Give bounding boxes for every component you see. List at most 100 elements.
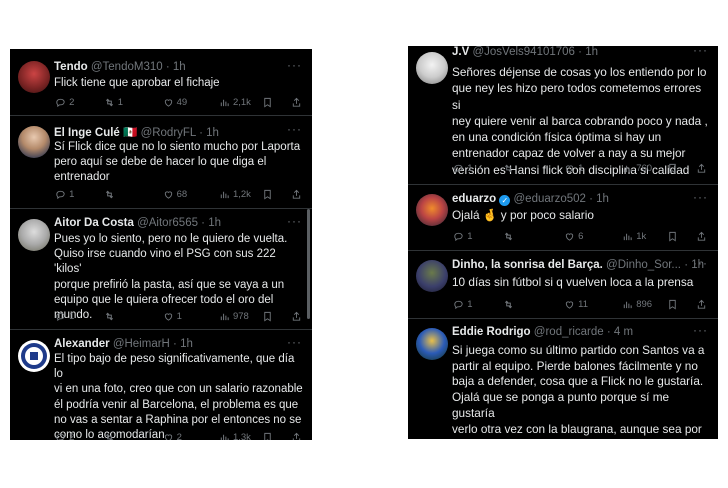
user-avatar[interactable]: [18, 219, 50, 251]
share-button[interactable]: [291, 187, 302, 201]
user-avatar[interactable]: [416, 52, 448, 84]
tweet-time[interactable]: 1h: [173, 61, 186, 73]
bookmark-button[interactable]: [262, 187, 273, 201]
retweet-button[interactable]: 1: [104, 95, 123, 109]
views-button[interactable]: 1,3k: [219, 430, 251, 440]
scrollbar[interactable]: [307, 209, 310, 319]
more-dots-icon[interactable]: ···: [287, 217, 302, 228]
retweet-button[interactable]: [104, 430, 118, 440]
like-count: 2: [176, 431, 182, 441]
user-handle[interactable]: @eduarzo502: [514, 193, 586, 205]
reply-icon: [55, 97, 66, 108]
user-avatar[interactable]: [416, 260, 448, 292]
like-button[interactable]: 6: [564, 229, 583, 243]
user-handle[interactable]: @JosVels94101706: [472, 46, 574, 58]
reply-count: 2: [69, 431, 75, 441]
user-handle[interactable]: @RodryFL: [141, 127, 196, 139]
tweet-time[interactable]: 1h: [596, 193, 609, 205]
left-screenshot-panel: Tendo @TendoM310 · 1h ··· Flick tiene qu…: [10, 49, 312, 440]
bookmark-button[interactable]: [667, 297, 678, 311]
user-handle[interactable]: @Dinho_Sor...: [606, 259, 681, 271]
share-button[interactable]: [291, 309, 302, 323]
reply-button[interactable]: 1: [55, 309, 74, 323]
share-button[interactable]: [696, 229, 707, 243]
more-dots-icon[interactable]: ···: [287, 338, 302, 349]
reply-button[interactable]: 2: [55, 95, 74, 109]
display-name[interactable]: El Inge Culé: [54, 127, 120, 139]
like-button[interactable]: 68: [163, 187, 187, 201]
share-button[interactable]: [696, 161, 707, 175]
bookmark-button[interactable]: [667, 229, 678, 243]
views-button[interactable]: 1,2k: [219, 187, 251, 201]
tweet-item[interactable]: Eddie Rodrigo @rod_ricarde · 4 m ··· Si …: [408, 319, 718, 439]
tweet-item[interactable]: El Inge Culé 🇲🇽 @RodryFL · 1h ··· Sí Fli…: [10, 116, 312, 209]
user-avatar[interactable]: [18, 61, 50, 93]
display-name[interactable]: Aitor Da Costa: [54, 217, 134, 229]
views-button[interactable]: 1k: [622, 229, 646, 243]
bookmark-button[interactable]: [667, 161, 678, 175]
tweet-time[interactable]: 1h: [208, 217, 221, 229]
tweet-item[interactable]: J.V @JosVels94101706 · 1h ··· Señores dé…: [408, 46, 718, 185]
display-name[interactable]: eduarzo: [452, 193, 496, 205]
views-button[interactable]: 2,1k: [219, 95, 251, 109]
retweet-icon: [503, 163, 514, 174]
tweet-item[interactable]: Alexander @HeimarH · 1h ··· El tipo bajo…: [10, 330, 312, 440]
tweet-item[interactable]: Tendo @TendoM310 · 1h ··· Flick tiene qu…: [10, 49, 312, 116]
user-avatar[interactable]: [18, 340, 50, 372]
more-dots-icon[interactable]: ···: [693, 259, 708, 270]
reply-button[interactable]: 1: [453, 161, 473, 175]
tweet-actions: 2 1 49 2,1k: [50, 95, 306, 109]
tweet-item[interactable]: Aitor Da Costa @Aitor6565 · 1h ··· Pues …: [10, 209, 312, 330]
tweet-time[interactable]: 1h: [585, 46, 598, 58]
reply-button[interactable]: 1: [55, 187, 74, 201]
retweet-button[interactable]: [104, 309, 118, 323]
bookmark-button[interactable]: [262, 309, 273, 323]
retweet-button[interactable]: [503, 297, 517, 311]
tweet-time[interactable]: 1h: [206, 127, 219, 139]
display-name[interactable]: Alexander: [54, 338, 110, 350]
user-avatar[interactable]: [416, 194, 448, 226]
reply-button[interactable]: 1: [453, 297, 473, 311]
more-dots-icon[interactable]: ···: [693, 193, 708, 204]
tweet-text: Si juega como su último partido con Sant…: [452, 343, 705, 439]
like-button[interactable]: 1: [163, 309, 182, 323]
bookmark-button[interactable]: [262, 430, 273, 440]
tweet-time[interactable]: 1h: [180, 338, 193, 350]
like-button[interactable]: 1: [564, 161, 583, 175]
user-handle[interactable]: @TendoM310: [91, 61, 163, 73]
display-name[interactable]: Tendo: [54, 61, 88, 73]
share-button[interactable]: [291, 430, 302, 440]
more-dots-icon[interactable]: ···: [287, 125, 302, 136]
share-button[interactable]: [696, 297, 707, 311]
bookmark-button[interactable]: [262, 95, 273, 109]
share-button[interactable]: [291, 95, 302, 109]
tweet-item[interactable]: Dinho, la sonrisa del Barça. @Dinho_Sor.…: [408, 251, 718, 319]
tweet-item[interactable]: eduarzo ✓ @eduarzo502 · 1h ··· Ojalá 🤞 y…: [408, 185, 718, 251]
views-button[interactable]: 760: [622, 161, 652, 175]
user-avatar[interactable]: [18, 126, 50, 158]
retweet-button[interactable]: [104, 187, 118, 201]
user-handle[interactable]: @Aitor6565: [137, 217, 198, 229]
display-name[interactable]: Dinho, la sonrisa del Barça.: [452, 259, 603, 271]
reply-button[interactable]: 2: [55, 430, 74, 440]
user-handle[interactable]: @rod_ricarde: [534, 326, 604, 338]
display-name[interactable]: J.V: [452, 46, 469, 58]
reply-button[interactable]: 1: [453, 229, 473, 243]
share-icon: [696, 163, 707, 174]
reply-count: 2: [69, 96, 75, 108]
more-dots-icon[interactable]: ···: [693, 46, 708, 57]
more-dots-icon[interactable]: ···: [287, 61, 302, 72]
tweet-time[interactable]: 4 m: [614, 326, 633, 338]
retweet-button[interactable]: [503, 229, 517, 243]
views-icon: [219, 189, 230, 200]
like-button[interactable]: 11: [564, 297, 588, 311]
retweet-button[interactable]: [503, 161, 517, 175]
user-avatar[interactable]: [416, 328, 448, 360]
user-handle[interactable]: @HeimarH: [113, 338, 170, 350]
like-button[interactable]: 49: [163, 95, 187, 109]
like-button[interactable]: 2: [163, 430, 182, 440]
more-dots-icon[interactable]: ···: [693, 326, 708, 337]
display-name[interactable]: Eddie Rodrigo: [452, 326, 531, 338]
views-button[interactable]: 896: [622, 297, 652, 311]
views-button[interactable]: 978: [219, 309, 249, 323]
